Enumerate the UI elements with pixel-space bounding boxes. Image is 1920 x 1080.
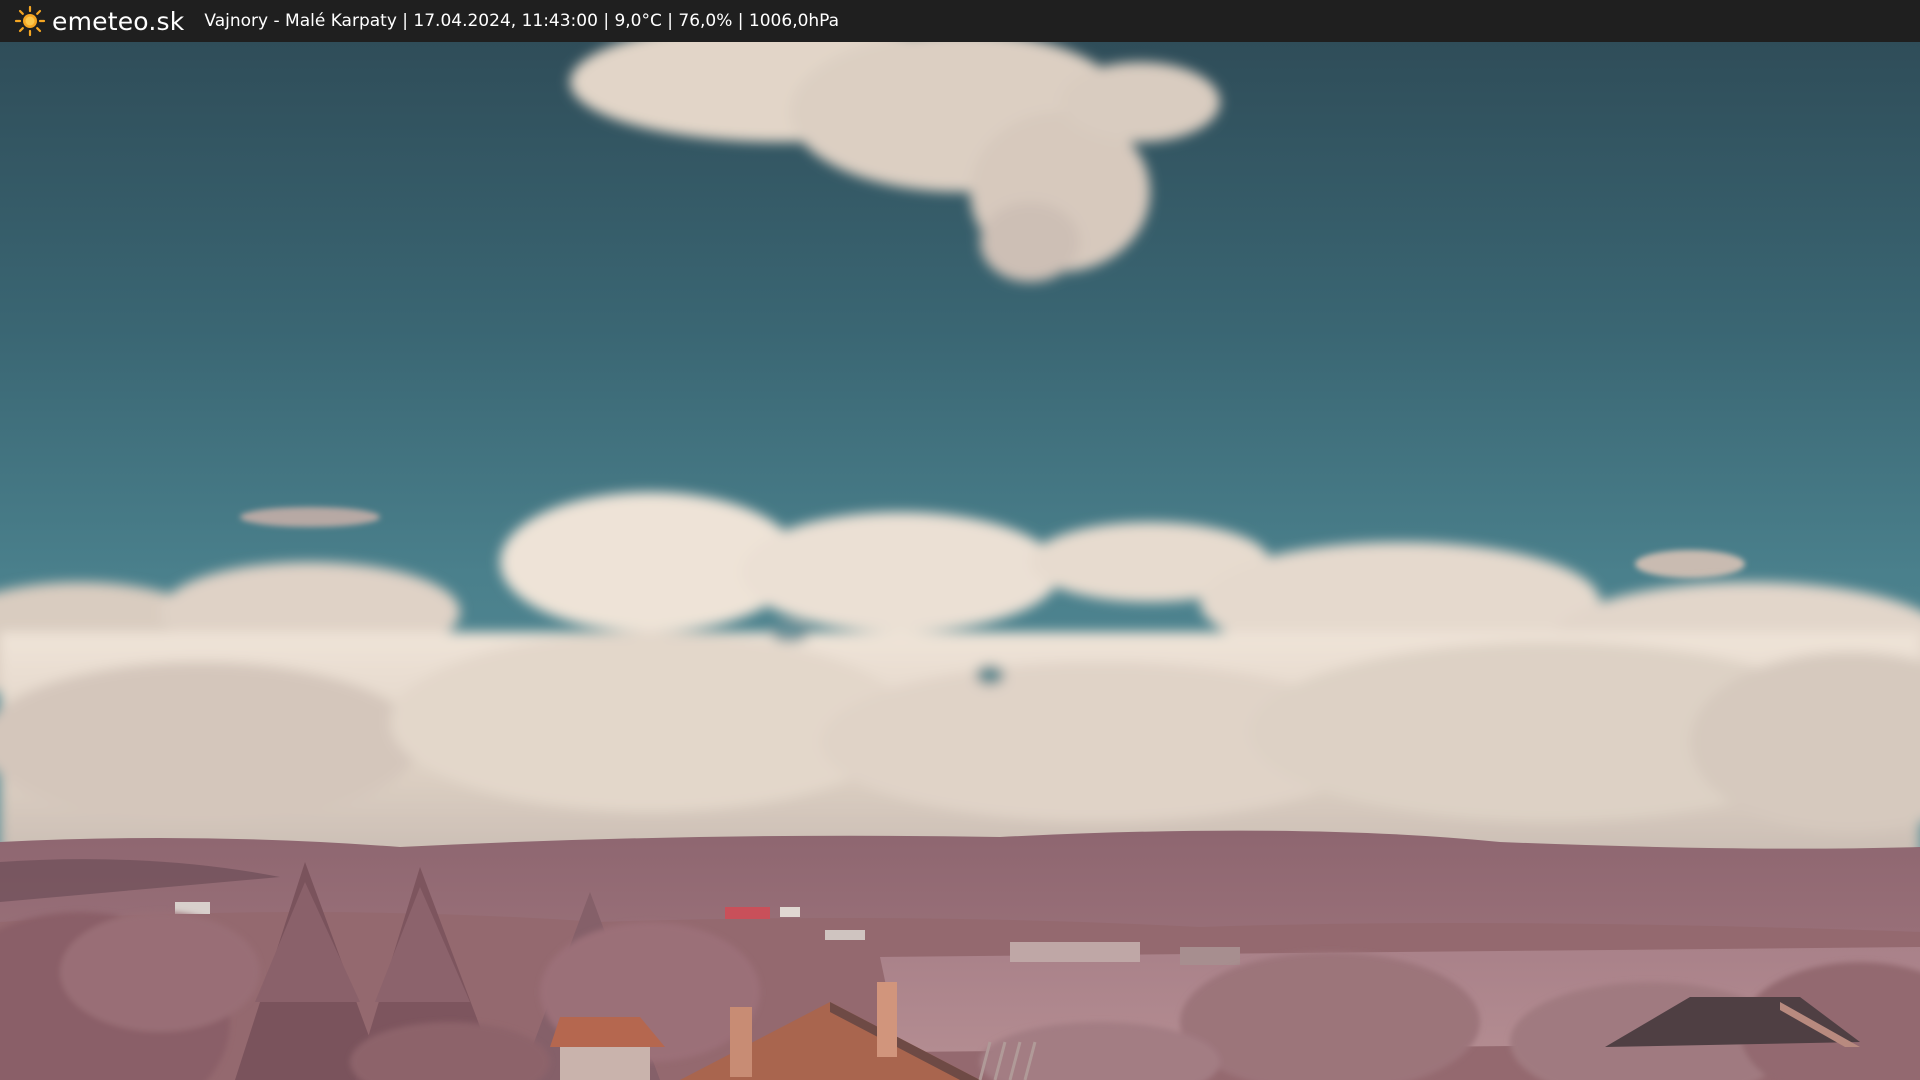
webcam-image (0, 42, 1920, 1080)
caption-bar: emeteo.sk Vajnory - Malé Karpaty | 17.04… (0, 0, 1920, 42)
brand-logo: emeteo.sk (14, 5, 184, 37)
brand-name: emeteo.sk (52, 6, 185, 36)
webcam-frame: emeteo.sk Vajnory - Malé Karpaty | 17.04… (0, 0, 1920, 1080)
house-left (550, 1017, 665, 1080)
station-readout: Vajnory - Malé Karpaty | 17.04.2024, 11:… (204, 11, 840, 31)
sun-icon (14, 5, 46, 37)
